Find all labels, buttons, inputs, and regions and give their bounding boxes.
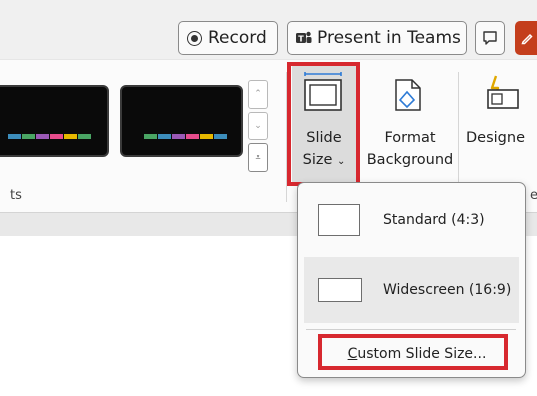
teams-icon: T bbox=[296, 31, 312, 44]
gallery-more-button[interactable]: ⩡ bbox=[248, 143, 268, 173]
theme-color-stripe bbox=[8, 134, 91, 139]
custom-slide-size-option[interactable]: Custom Slide Size... bbox=[338, 341, 496, 367]
present-label: Present in Teams bbox=[317, 28, 461, 48]
widescreen-16-9-option[interactable]: Widescreen (16:9) bbox=[304, 257, 519, 323]
slide-size-label-2: Size ⌄ bbox=[302, 152, 346, 168]
gallery-scroll-up-button[interactable]: ⌃ bbox=[248, 80, 268, 109]
widescreen-option-label: Widescreen (16:9) bbox=[383, 282, 512, 298]
slide-size-button[interactable]: Slide Size ⌄ bbox=[292, 64, 356, 184]
editing-mode-button[interactable] bbox=[515, 21, 537, 55]
comments-button[interactable] bbox=[475, 21, 505, 55]
comment-icon bbox=[483, 31, 497, 45]
gallery-scroll: ⌃ ⌄ ⩡ bbox=[248, 80, 268, 173]
slide-size-dropdown: Standard (4:3) Widescreen (16:9) Custom … bbox=[297, 182, 526, 378]
variants-group-label: ts bbox=[10, 188, 22, 203]
format-background-icon bbox=[395, 79, 421, 111]
standard-aspect-icon bbox=[318, 204, 360, 236]
widescreen-aspect-icon bbox=[318, 278, 362, 302]
group-divider bbox=[286, 72, 287, 202]
theme-variant-thumbnail[interactable] bbox=[120, 85, 243, 157]
gallery-scroll-down-button[interactable]: ⌄ bbox=[248, 111, 268, 141]
theme-color-stripe bbox=[144, 134, 227, 139]
designer-icon bbox=[487, 75, 519, 109]
designer-button[interactable]: Designe bbox=[462, 64, 537, 184]
record-button[interactable]: Record bbox=[178, 21, 278, 55]
designer-label: Designe bbox=[466, 130, 525, 146]
format-background-label-2: Background bbox=[366, 152, 454, 168]
theme-variant-thumbnail[interactable] bbox=[0, 85, 109, 157]
format-background-label: Format bbox=[384, 130, 436, 146]
title-bar: Record T Present in Teams bbox=[0, 0, 537, 60]
standard-4-3-option[interactable]: Standard (4:3) bbox=[304, 187, 519, 253]
custom-option-label: ustom Slide Size... bbox=[357, 346, 487, 362]
chevron-down-icon: ⌄ bbox=[336, 156, 346, 167]
pen-icon bbox=[521, 33, 533, 45]
standard-option-label: Standard (4:3) bbox=[383, 212, 485, 228]
slide-size-icon bbox=[304, 72, 342, 111]
menu-divider bbox=[306, 329, 516, 330]
designer-group-label: e bbox=[530, 188, 537, 203]
svg-text:T: T bbox=[298, 35, 304, 44]
present-in-teams-button[interactable]: T Present in Teams bbox=[287, 21, 467, 55]
record-icon bbox=[187, 30, 202, 46]
slide-size-label: Slide bbox=[306, 130, 342, 146]
custom-accelerator-letter: C bbox=[347, 346, 358, 362]
format-background-button[interactable]: Format Background bbox=[360, 64, 460, 184]
record-label: Record bbox=[208, 28, 267, 48]
